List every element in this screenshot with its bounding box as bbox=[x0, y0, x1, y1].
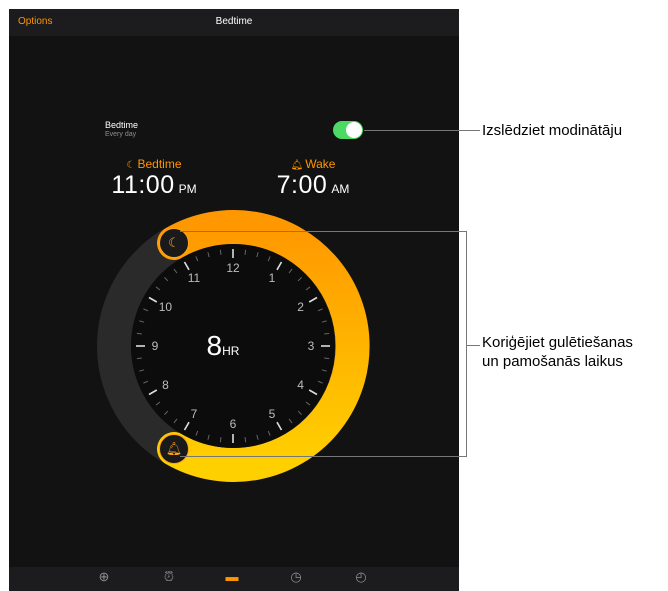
duration-unit: HR bbox=[222, 344, 240, 358]
tab-alarm[interactable]: ⏰︎ bbox=[154, 569, 184, 585]
clock-tick bbox=[136, 357, 142, 360]
moon-zzz-icon: ☾ bbox=[168, 235, 180, 250]
clock-tick bbox=[324, 357, 330, 360]
bedtime-handle[interactable]: ☾ bbox=[159, 228, 189, 258]
callout-adjust: Koriģējiet gulētiešanas un pamošanās lai… bbox=[482, 333, 633, 371]
clock-number: 2 bbox=[297, 300, 304, 314]
clock-tick bbox=[244, 249, 247, 255]
timer-icon: ◴ bbox=[355, 569, 367, 584]
callout-adjust-line2: un pamošanās laikus bbox=[482, 353, 623, 370]
clock-tick bbox=[136, 332, 142, 335]
bell-icon: 🔔︎ bbox=[165, 441, 183, 456]
clock-number: 6 bbox=[229, 417, 237, 431]
clock-number: 1 bbox=[268, 271, 276, 286]
clock-tick bbox=[219, 249, 222, 255]
callout-bracket bbox=[466, 231, 467, 457]
clock-number: 4 bbox=[297, 378, 304, 392]
clock-number: 11 bbox=[187, 271, 201, 286]
sleep-duration: 8HR bbox=[183, 330, 263, 362]
callout-line-top bbox=[180, 231, 466, 232]
callout-line-adjust bbox=[466, 345, 480, 346]
tab-stopwatch[interactable]: ◷ bbox=[281, 569, 311, 585]
duration-value: 8 bbox=[206, 330, 223, 361]
clock-tick bbox=[324, 332, 330, 335]
callout-adjust-line1: Koriģējiet gulētiešanas bbox=[482, 334, 633, 351]
clock-number: 7 bbox=[190, 406, 198, 421]
callout-toggle: Izslēdziet modinātāju bbox=[482, 122, 623, 139]
stopwatch-icon: ◷ bbox=[290, 569, 302, 584]
wake-handle[interactable]: 🔔︎ bbox=[159, 434, 189, 464]
tab-bedtime[interactable]: ▬ bbox=[217, 569, 247, 584]
callout-line-bottom bbox=[180, 456, 466, 457]
alarm-clock-icon: ⏰︎ bbox=[163, 569, 175, 584]
clock-number: 9 bbox=[151, 339, 159, 353]
ipad-screen: Options Bedtime Bedtime Every day ☾ Bedti… bbox=[9, 9, 459, 591]
tab-world-clock[interactable]: ⊕ bbox=[89, 569, 119, 585]
clock-tick bbox=[244, 437, 247, 443]
sleep-dial[interactable] bbox=[9, 9, 459, 591]
clock-number: 10 bbox=[158, 300, 173, 314]
clock-number: 5 bbox=[268, 406, 276, 421]
tab-bar: ⊕ ⏰︎ ▬ ◷ ◴ bbox=[9, 567, 459, 591]
clock-tick bbox=[219, 437, 222, 443]
tab-timer[interactable]: ◴ bbox=[346, 569, 376, 585]
bed-icon: ▬ bbox=[225, 569, 239, 584]
globe-icon: ⊕ bbox=[98, 569, 110, 584]
clock-number: 3 bbox=[307, 339, 315, 353]
callout-line-toggle bbox=[364, 130, 480, 131]
clock-number: 8 bbox=[162, 378, 169, 392]
clock-number: 12 bbox=[226, 261, 240, 275]
